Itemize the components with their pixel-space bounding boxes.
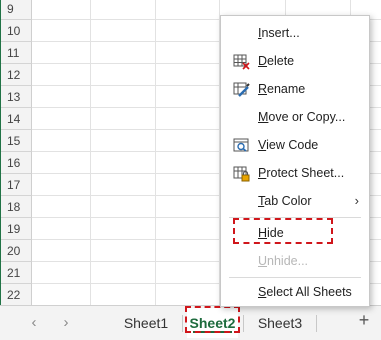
row-header[interactable]: 16 xyxy=(1,152,32,174)
menu-item-label: Tab Color xyxy=(258,194,312,208)
menu-item-label: Insert... xyxy=(258,26,300,40)
view-code-icon xyxy=(233,137,250,154)
menu-item-select-all-sheets[interactable]: Select All Sheets xyxy=(221,279,369,305)
menu-item-unhide: Unhide... xyxy=(221,248,369,274)
highlight-box-active-tab xyxy=(185,306,240,333)
row-header[interactable]: 13 xyxy=(1,86,32,108)
menu-item-label: Delete xyxy=(258,54,295,68)
highlight-box-hide xyxy=(233,218,333,244)
menu-item-rename[interactable]: Rename xyxy=(221,76,369,102)
menu-item-protect-sheet[interactable]: Protect Sheet... xyxy=(221,160,369,186)
delete-sheet-icon xyxy=(233,53,250,70)
menu-item-label: Protect Sheet... xyxy=(258,166,345,180)
menu-item-label: Rename xyxy=(258,82,306,96)
scroll-tabs-left-icon[interactable]: ‹ xyxy=(27,315,41,330)
row-header[interactable]: 19 xyxy=(1,218,32,240)
menu-separator xyxy=(229,277,361,278)
menu-item-label: View Code xyxy=(258,138,319,152)
row-header[interactable]: 12 xyxy=(1,64,32,86)
tab-sheet3[interactable]: Sheet3 xyxy=(248,308,312,338)
row-header[interactable]: 21 xyxy=(1,262,32,284)
menu-item-label: Select All Sheets xyxy=(258,285,352,299)
row-header[interactable]: 17 xyxy=(1,174,32,196)
menu-item-label: Move or Copy... xyxy=(258,110,346,124)
menu-item-insert[interactable]: Insert... xyxy=(221,20,369,46)
menu-item-move-or-copy[interactable]: Move or Copy... xyxy=(221,104,369,130)
scroll-tabs-right-icon[interactable]: › xyxy=(59,315,73,330)
row-header[interactable]: 18 xyxy=(1,196,32,218)
submenu-arrow-icon: › xyxy=(354,193,359,208)
tab-divider xyxy=(182,315,183,332)
rename-sheet-icon xyxy=(233,81,250,98)
row-header[interactable]: 11 xyxy=(1,42,32,64)
menu-item-delete[interactable]: Delete xyxy=(221,48,369,74)
row-header[interactable]: 20 xyxy=(1,240,32,262)
row-header[interactable]: 10 xyxy=(1,20,32,42)
row-header[interactable]: 9 xyxy=(1,0,32,20)
tab-sheet1[interactable]: Sheet1 xyxy=(114,308,178,338)
menu-item-view-code[interactable]: View Code xyxy=(221,132,369,158)
row-header[interactable]: 14 xyxy=(1,108,32,130)
sheet-tab-context-menu: Insert... Delete Rename Move or Copy... … xyxy=(220,15,370,307)
protect-sheet-icon xyxy=(233,165,250,182)
menu-item-label: Unhide... xyxy=(258,254,309,268)
tab-divider xyxy=(316,315,317,332)
row-header[interactable]: 15 xyxy=(1,130,32,152)
menu-item-tab-color[interactable]: Tab Color › xyxy=(221,188,369,214)
add-sheet-button[interactable]: + xyxy=(356,308,372,332)
row-header[interactable]: 22 xyxy=(1,284,32,306)
tab-divider xyxy=(243,315,244,332)
